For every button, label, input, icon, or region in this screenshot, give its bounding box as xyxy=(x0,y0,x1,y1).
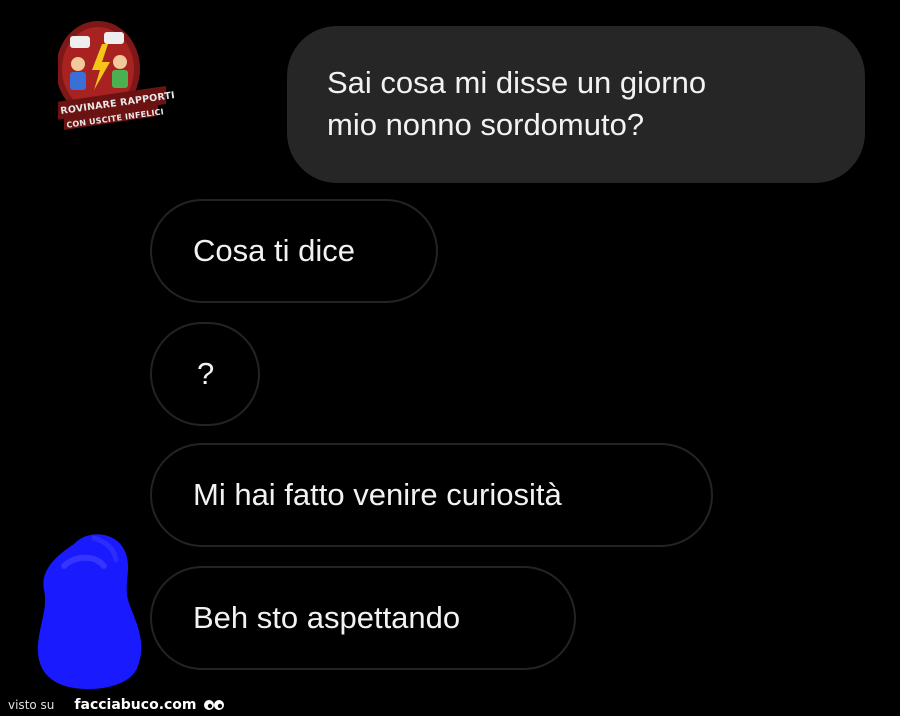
footer-site-link[interactable]: facciabuco.com xyxy=(74,697,196,713)
watermark-footer: visto su facciabuco.com xyxy=(8,694,225,716)
incoming-message-bubble[interactable]: ? xyxy=(150,322,260,426)
incoming-message-text: Beh sto aspettando xyxy=(193,600,461,635)
incoming-message-bubble[interactable]: Beh sto aspettando xyxy=(150,566,576,670)
logo-badge: ROVINARE RAPPORTI CON USCITE INFELICI xyxy=(56,14,176,144)
avatar[interactable] xyxy=(34,526,146,692)
eyes-icon xyxy=(203,700,224,710)
incoming-message-bubble[interactable]: Cosa ti dice xyxy=(150,199,438,303)
outgoing-message-line1: Sai cosa mi disse un giorno xyxy=(327,65,707,100)
footer-prefix: visto su xyxy=(8,698,55,712)
scribbled-avatar-icon xyxy=(37,534,142,690)
incoming-message-text: Mi hai fatto venire curiosità xyxy=(193,477,562,512)
outgoing-message-line2: mio nonno sordomuto? xyxy=(327,107,645,143)
outgoing-message-bubble[interactable]: Sai cosa mi disse un giorno mio nonno so… xyxy=(287,26,865,183)
incoming-message-text: ? xyxy=(197,356,215,391)
incoming-message-bubble[interactable]: Mi hai fatto venire curiosità xyxy=(150,443,713,547)
incoming-message-text: Cosa ti dice xyxy=(193,233,355,268)
